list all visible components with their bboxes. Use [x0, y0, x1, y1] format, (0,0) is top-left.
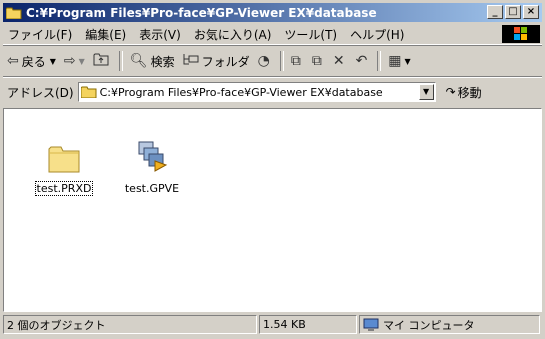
forward-button[interactable]: ⇨ ▼: [60, 50, 89, 72]
minimize-button[interactable]: _: [487, 5, 503, 19]
up-button[interactable]: [89, 50, 116, 72]
folder-icon: [48, 143, 80, 176]
menu-bar: ファイル(F) 編集(E) 表示(V) お気に入り(A) ツール(T) ヘルプ(…: [3, 24, 542, 45]
close-button[interactable]: ×: [523, 5, 539, 19]
menu-edit[interactable]: 編集(E): [80, 26, 134, 43]
maximize-button[interactable]: □: [505, 5, 521, 19]
address-value: C:¥Program Files¥Pro-face¥GP-Viewer EX¥d…: [99, 85, 383, 99]
go-arrow-icon: ↷: [445, 85, 456, 99]
address-bar: アドレス(D) C:¥Program Files¥Pro-face¥GP-Vie…: [3, 79, 542, 105]
menu-view[interactable]: 表示(V): [134, 26, 189, 43]
address-dropdown-button[interactable]: ▼: [418, 84, 434, 100]
toolbar-separator: [279, 51, 284, 71]
forward-arrow-icon: ⇨: [63, 53, 76, 69]
status-size: 1.54 KB: [259, 315, 357, 334]
windows-logo-icon: [502, 25, 540, 43]
search-button[interactable]: 🔍︎ 検索: [126, 50, 179, 72]
delete-button[interactable]: ✕: [329, 50, 352, 72]
my-computer-icon: [363, 318, 379, 332]
title-bar[interactable]: C:¥Program Files¥Pro-face¥GP-Viewer EX¥d…: [3, 3, 542, 22]
file-list-pane[interactable]: test.PRXD test.GPVE: [3, 108, 542, 312]
toolbar-separator: [377, 51, 382, 71]
file-name: test.PRXD: [34, 181, 94, 196]
go-button[interactable]: ↷ 移動: [446, 84, 482, 101]
go-label: 移動: [457, 85, 482, 100]
toolbar: ⇦ 戻る ▼ ⇨ ▼ 🔍︎ 検索 フォルダ ◔ ⧉ ⧉ ✕ ↶ ▦ ▼: [3, 46, 542, 77]
menu-file[interactable]: ファイル(F): [3, 26, 80, 43]
views-dropdown-icon: ▼: [404, 56, 411, 66]
views-button[interactable]: ▦ ▼: [384, 50, 414, 72]
file-name: test.GPVE: [124, 182, 180, 195]
explorer-window: C:¥Program Files¥Pro-face¥GP-Viewer EX¥d…: [0, 0, 545, 339]
undo-icon: ↶: [355, 53, 368, 69]
window-title: C:¥Program Files¥Pro-face¥GP-Viewer EX¥d…: [26, 5, 377, 20]
delete-icon: ✕: [332, 53, 345, 69]
menu-tools[interactable]: ツール(T): [279, 26, 345, 43]
copy-to-button[interactable]: ⧉: [308, 50, 329, 72]
history-button[interactable]: ◔: [254, 50, 277, 72]
folder-up-icon: [93, 52, 109, 70]
copy-to-icon: ⧉: [311, 53, 322, 69]
status-location-label: マイ コンピュータ: [383, 318, 475, 332]
folder-tree-icon: [183, 52, 199, 70]
search-icon: 🔍︎: [129, 53, 148, 69]
views-icon: ▦: [388, 53, 402, 69]
address-label: アドレス(D): [7, 85, 74, 100]
folder-icon: [5, 7, 22, 19]
status-location: マイ コンピュータ: [359, 315, 540, 334]
folder-icon: [80, 86, 97, 98]
back-label: 戻る: [21, 54, 46, 69]
history-icon: ◔: [257, 53, 270, 69]
move-to-icon: ⧉: [290, 53, 301, 69]
back-button[interactable]: ⇦ 戻る ▼: [3, 50, 60, 72]
status-bar: 2 個のオブジェクト 1.54 KB マイ コンピュータ: [3, 315, 542, 336]
toolbar-separator: [118, 51, 123, 71]
menu-help[interactable]: ヘルプ(H): [345, 26, 412, 43]
search-label: 検索: [150, 54, 175, 69]
back-arrow-icon: ⇦: [7, 53, 19, 69]
file-item-prxd[interactable]: test.PRXD: [24, 143, 104, 196]
back-dropdown-icon: ▼: [49, 56, 56, 66]
folders-button[interactable]: フォルダ: [179, 50, 254, 72]
status-object-count: 2 個のオブジェクト: [3, 315, 257, 334]
menu-favorites[interactable]: お気に入り(A): [189, 26, 280, 43]
file-item-gpve[interactable]: test.GPVE: [112, 139, 192, 195]
move-to-button[interactable]: ⧉: [287, 50, 308, 72]
forward-dropdown-icon: ▼: [78, 56, 85, 66]
address-input[interactable]: C:¥Program Files¥Pro-face¥GP-Viewer EX¥d…: [77, 82, 436, 102]
gpve-file-icon: [135, 139, 169, 176]
folders-label: フォルダ: [201, 54, 250, 69]
undo-button[interactable]: ↶: [352, 50, 375, 72]
